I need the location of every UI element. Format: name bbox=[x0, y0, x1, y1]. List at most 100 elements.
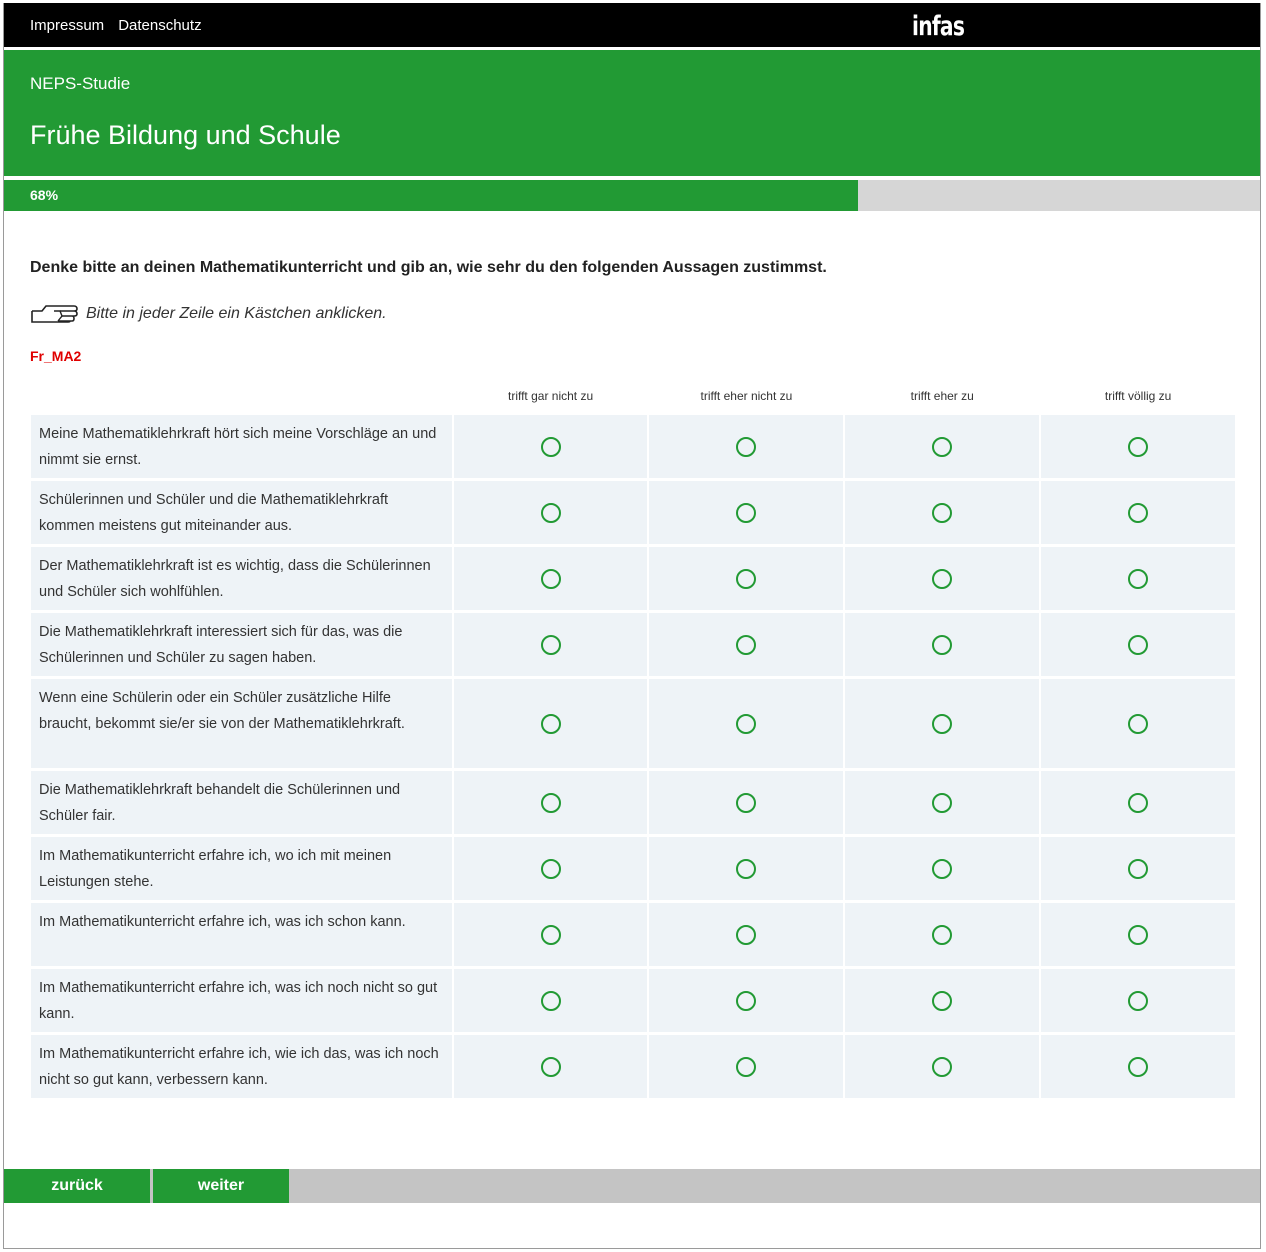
survey-page: Impressum Datenschutz infas NEPS-Studie … bbox=[3, 3, 1261, 1249]
option-cell[interactable] bbox=[1041, 969, 1235, 1032]
option-cell[interactable] bbox=[649, 481, 844, 544]
radio-button[interactable] bbox=[540, 713, 561, 734]
option-cell[interactable] bbox=[1041, 679, 1235, 768]
option-cell[interactable] bbox=[649, 547, 844, 610]
radio-button[interactable] bbox=[1128, 634, 1149, 655]
radio-button[interactable] bbox=[932, 1056, 953, 1077]
option-cell[interactable] bbox=[453, 837, 648, 900]
radio-button[interactable] bbox=[736, 436, 757, 457]
radio-button[interactable] bbox=[736, 713, 757, 734]
option-cell[interactable] bbox=[1041, 1035, 1235, 1098]
option-cell[interactable] bbox=[1041, 613, 1235, 676]
radio-button[interactable] bbox=[540, 858, 561, 879]
option-cell[interactable] bbox=[649, 903, 844, 966]
option-cell[interactable] bbox=[453, 969, 648, 1032]
option-cell[interactable] bbox=[845, 547, 1040, 610]
option-cell[interactable] bbox=[453, 1035, 648, 1098]
radio-button[interactable] bbox=[1128, 436, 1149, 457]
matrix-row: Die Mathematiklehrkraft interessiert sic… bbox=[31, 613, 1235, 676]
option-cell[interactable] bbox=[649, 1035, 844, 1098]
matrix-row: Der Mathematiklehrkraft ist es wichtig, … bbox=[31, 547, 1235, 610]
option-cell[interactable] bbox=[1041, 771, 1235, 834]
option-cell[interactable] bbox=[1041, 837, 1235, 900]
radio-button[interactable] bbox=[932, 436, 953, 457]
option-cell[interactable] bbox=[845, 837, 1040, 900]
item-label: Im Mathematikunterricht erfahre ich, wie… bbox=[31, 1035, 452, 1098]
radio-button[interactable] bbox=[736, 634, 757, 655]
item-label: Wenn eine Schülerin oder ein Schüler zus… bbox=[31, 679, 452, 768]
radio-button[interactable] bbox=[932, 990, 953, 1011]
radio-button[interactable] bbox=[736, 924, 757, 945]
radio-button[interactable] bbox=[932, 858, 953, 879]
radio-button[interactable] bbox=[1128, 924, 1149, 945]
option-cell[interactable] bbox=[845, 679, 1040, 768]
option-cell[interactable] bbox=[1041, 415, 1235, 478]
option-cell[interactable] bbox=[845, 969, 1040, 1032]
option-cell[interactable] bbox=[1041, 481, 1235, 544]
radio-button[interactable] bbox=[736, 502, 757, 523]
matrix-row: Meine Mathematiklehrkraft hört sich mein… bbox=[31, 415, 1235, 478]
radio-button[interactable] bbox=[1128, 792, 1149, 813]
radio-button[interactable] bbox=[932, 502, 953, 523]
item-label: Schülerinnen und Schüler und die Mathema… bbox=[31, 481, 452, 544]
radio-button[interactable] bbox=[932, 634, 953, 655]
matrix-row: Im Mathematikunterricht erfahre ich, was… bbox=[31, 969, 1235, 1032]
option-cell[interactable] bbox=[649, 613, 844, 676]
option-cell[interactable] bbox=[845, 481, 1040, 544]
radio-button[interactable] bbox=[736, 990, 757, 1011]
option-cell[interactable] bbox=[649, 969, 844, 1032]
radio-button[interactable] bbox=[540, 634, 561, 655]
option-cell[interactable] bbox=[649, 679, 844, 768]
item-label: Meine Mathematiklehrkraft hört sich mein… bbox=[31, 415, 452, 478]
radio-button[interactable] bbox=[540, 990, 561, 1011]
progress-bar: 68% bbox=[4, 180, 1260, 211]
radio-button[interactable] bbox=[540, 1056, 561, 1077]
radio-button[interactable] bbox=[540, 568, 561, 589]
option-cell[interactable] bbox=[453, 547, 648, 610]
radio-button[interactable] bbox=[932, 792, 953, 813]
scale-label: trifft gar nicht zu bbox=[507, 389, 594, 403]
radio-button[interactable] bbox=[1128, 713, 1149, 734]
option-cell[interactable] bbox=[453, 415, 648, 478]
option-cell[interactable] bbox=[845, 415, 1040, 478]
radio-button[interactable] bbox=[1128, 568, 1149, 589]
radio-button[interactable] bbox=[736, 1056, 757, 1077]
item-label: Im Mathematikunterricht erfahre ich, was… bbox=[31, 903, 452, 966]
radio-button[interactable] bbox=[932, 924, 953, 945]
option-cell[interactable] bbox=[649, 771, 844, 834]
option-cell[interactable] bbox=[453, 903, 648, 966]
radio-button[interactable] bbox=[540, 436, 561, 457]
next-button[interactable]: weiter bbox=[153, 1169, 289, 1203]
option-cell[interactable] bbox=[845, 771, 1040, 834]
back-button[interactable]: zurück bbox=[4, 1169, 150, 1203]
option-cell[interactable] bbox=[845, 613, 1040, 676]
option-cell[interactable] bbox=[1041, 903, 1235, 966]
option-cell[interactable] bbox=[1041, 547, 1235, 610]
radio-button[interactable] bbox=[736, 792, 757, 813]
question-code: Fr_MA2 bbox=[30, 348, 82, 364]
option-cell[interactable] bbox=[845, 1035, 1040, 1098]
option-cell[interactable] bbox=[453, 613, 648, 676]
impressum-link[interactable]: Impressum bbox=[30, 17, 104, 34]
option-cell[interactable] bbox=[453, 679, 648, 768]
matrix-row: Wenn eine Schülerin oder ein Schüler zus… bbox=[31, 679, 1235, 768]
option-cell[interactable] bbox=[649, 837, 844, 900]
radio-button[interactable] bbox=[1128, 502, 1149, 523]
radio-button[interactable] bbox=[540, 792, 561, 813]
radio-button[interactable] bbox=[1128, 990, 1149, 1011]
radio-button[interactable] bbox=[1128, 858, 1149, 879]
radio-button[interactable] bbox=[932, 713, 953, 734]
radio-button[interactable] bbox=[1128, 1056, 1149, 1077]
radio-button[interactable] bbox=[540, 502, 561, 523]
radio-button[interactable] bbox=[540, 924, 561, 945]
study-name: NEPS-Studie bbox=[30, 74, 131, 93]
pointing-hand-icon bbox=[31, 305, 78, 323]
option-cell[interactable] bbox=[649, 415, 844, 478]
option-cell[interactable] bbox=[453, 481, 648, 544]
option-cell[interactable] bbox=[453, 771, 648, 834]
radio-button[interactable] bbox=[736, 858, 757, 879]
option-cell[interactable] bbox=[845, 903, 1040, 966]
datenschutz-link[interactable]: Datenschutz bbox=[118, 17, 201, 34]
radio-button[interactable] bbox=[932, 568, 953, 589]
radio-button[interactable] bbox=[736, 568, 757, 589]
